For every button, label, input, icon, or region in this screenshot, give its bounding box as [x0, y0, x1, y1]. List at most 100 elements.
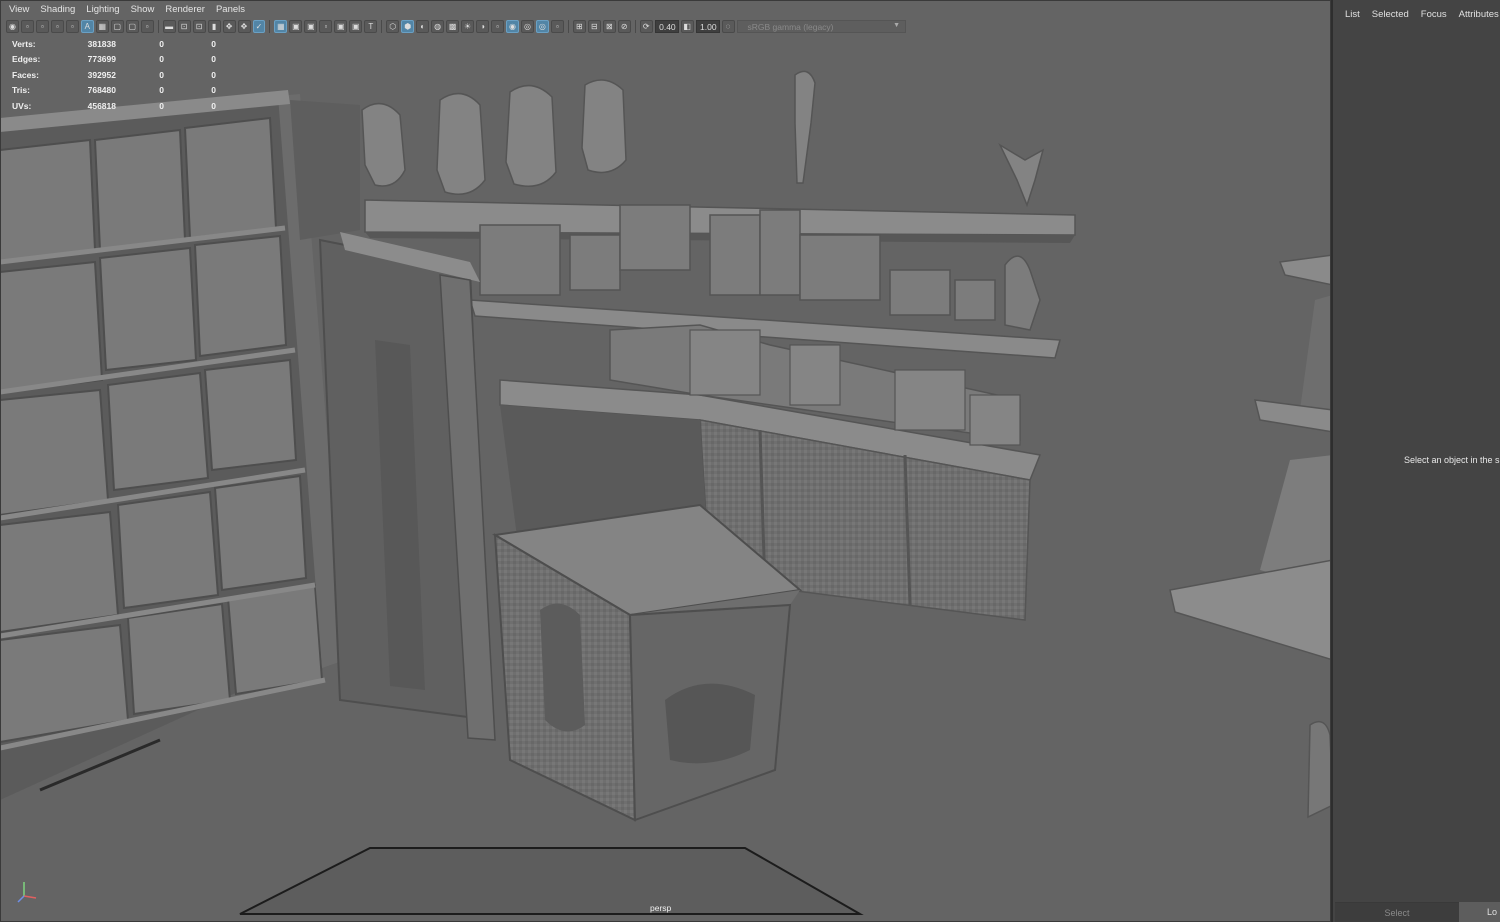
panel-tabs: List Selected Focus Attributes — [1335, 0, 1500, 28]
hud-row-uvs: UVs: 456818 0 0 — [12, 98, 216, 114]
backface-culling-icon[interactable]: ⊘ — [617, 20, 631, 33]
tab-selected[interactable]: Selected — [1372, 9, 1409, 20]
grease-pencil-icon[interactable]: A — [80, 20, 94, 33]
hud-row-edges: Edges: 773699 0 0 — [12, 52, 216, 68]
view-axis-icon — [17, 882, 37, 903]
tab-focus[interactable]: Focus — [1421, 9, 1447, 20]
bookmark-view-icon[interactable]: ▮ — [207, 20, 221, 33]
gate-mask-icon[interactable]: ▫ — [140, 20, 154, 33]
desk-mesh[interactable] — [492, 503, 803, 822]
hud-row-faces: Faces: 392952 0 0 — [12, 67, 216, 83]
panel-footer: Select Lo — [1335, 902, 1500, 922]
field-chart-icon[interactable]: ▬ — [162, 20, 176, 33]
xray-active-icon[interactable]: ⊠ — [602, 20, 616, 33]
hud-label: Faces: — [12, 69, 39, 80]
hud-value: 0 — [159, 38, 164, 49]
ambient-occlusion-icon[interactable]: ◉ — [506, 20, 519, 33]
hud-label: Verts: — [12, 38, 36, 49]
use-lights-icon[interactable]: ☀ — [461, 20, 475, 33]
smooth-shade-icon[interactable]: ⬢ — [401, 20, 415, 33]
hud-label: Edges: — [12, 54, 41, 65]
resolution-gate-icon[interactable]: ▢ — [125, 20, 139, 33]
hud-value: 0 — [159, 100, 164, 111]
film-gate-icon[interactable]: ▢ — [110, 20, 124, 33]
hud-value: 0 — [211, 69, 216, 80]
gate-icon[interactable]: ▫ — [319, 20, 333, 33]
hud-value: 456818 — [87, 100, 116, 111]
isolate-select-icon[interactable]: ✥ — [237, 20, 251, 33]
isolate-icon[interactable]: ⊞ — [572, 20, 586, 33]
xray-icon[interactable]: ▫ — [491, 20, 504, 33]
menu-view[interactable]: View — [9, 4, 35, 18]
panel-menubar: View Shading Lighting Show Renderer Pane… — [0, 4, 256, 18]
tab-attributes[interactable]: Attributes — [1459, 9, 1499, 20]
menu-renderer[interactable]: Renderer — [165, 4, 211, 18]
outliner-panel: List Selected Focus Attributes Select an… — [1335, 0, 1500, 922]
safe-action-icon[interactable]: ⊡ — [177, 20, 191, 33]
hud-value: 0 — [211, 85, 216, 96]
hud-value: 0 — [159, 85, 164, 96]
select-camera-icon[interactable]: ◉ — [6, 20, 19, 33]
image-plane-icon[interactable]: ▫ — [50, 20, 64, 33]
resolution-icon[interactable]: ▣ — [304, 20, 318, 33]
toolbar-separator — [567, 20, 569, 33]
bookshelf-mesh[interactable] — [0, 90, 345, 800]
color-space-dropdown[interactable]: sRGB gamma (legacy) ▼ — [736, 20, 907, 33]
menu-panels[interactable]: Panels — [216, 4, 251, 18]
xray-joints-icon[interactable]: ⊟ — [587, 20, 601, 33]
color-management-icon[interactable]: ◌ — [721, 20, 735, 33]
tab-list[interactable]: List — [1345, 9, 1360, 20]
shade-wireframe-icon[interactable]: ◐ — [416, 20, 430, 33]
menu-show[interactable]: Show — [131, 4, 161, 18]
hud-value: 768480 — [87, 85, 116, 96]
chevron-down-icon: ▼ — [893, 22, 901, 29]
hud-value: 0 — [211, 100, 216, 111]
exposure-icon[interactable]: ⟳ — [639, 20, 653, 33]
exposure-field[interactable]: 0.40 — [654, 20, 679, 33]
toolbar-separator — [269, 20, 271, 33]
textured-icon[interactable]: ◍ — [431, 20, 445, 33]
film-gate-2-icon[interactable]: ▣ — [289, 20, 303, 33]
menu-shading[interactable]: Shading — [40, 4, 81, 18]
hud-value: 0 — [159, 54, 164, 65]
cabinet-mesh[interactable] — [318, 232, 496, 741]
hud-value: 0 — [159, 69, 164, 80]
toolbar-separator — [157, 20, 159, 33]
bookmark-icon[interactable]: ▫ — [35, 20, 49, 33]
anti-alias-icon[interactable]: ◎ — [535, 20, 549, 33]
wireframe-toggle-icon[interactable]: ✓ — [252, 20, 266, 33]
hud-value: 0 — [211, 54, 216, 65]
camera-move-icon[interactable]: ✥ — [222, 20, 236, 33]
checker-icon[interactable]: ▩ — [446, 20, 460, 33]
hud-row-verts: Verts: 381838 0 0 — [12, 36, 216, 52]
gamma-field[interactable]: 1.00 — [695, 20, 720, 33]
field-icon[interactable]: ▣ — [334, 20, 348, 33]
select-button[interactable]: Select — [1335, 902, 1459, 922]
grid-toggle-icon[interactable]: ▦ — [95, 20, 109, 33]
floor-mesh[interactable] — [239, 847, 864, 915]
viewport-3d[interactable]: View Shading Lighting Show Renderer Pane… — [0, 0, 1333, 922]
hud-value: 0 — [211, 38, 216, 49]
two-d-pan-icon[interactable]: ▫ — [65, 20, 79, 33]
scene-geometry[interactable] — [0, 0, 1333, 922]
shadows-icon[interactable]: ◑ — [476, 20, 490, 33]
color-space-value: sRGB gamma (legacy) — [747, 21, 834, 32]
camera-attributes-icon[interactable]: ▫ — [20, 20, 34, 33]
empty-selection-message: Select an object in the s — [1404, 455, 1500, 465]
hud-label: Tris: — [12, 85, 30, 96]
toolbar-separator — [634, 20, 636, 33]
menu-lighting[interactable]: Lighting — [86, 4, 125, 18]
grid-icon[interactable]: ▦ — [274, 20, 288, 33]
title-icon[interactable]: T — [364, 20, 378, 33]
load-button[interactable]: Lo — [1459, 902, 1500, 922]
safe-icon[interactable]: ▣ — [349, 20, 363, 33]
depth-of-field-icon[interactable]: ▫ — [550, 20, 564, 33]
poly-count-hud: Verts: 381838 0 0 Edges: 773699 0 0 Face… — [12, 36, 216, 114]
motion-blur-icon[interactable]: ◎ — [520, 20, 534, 33]
wireframe-icon[interactable]: ⬡ — [386, 20, 400, 33]
right-furniture-mesh[interactable] — [1169, 254, 1333, 819]
gamma-icon[interactable]: ◧ — [680, 20, 694, 33]
hud-value: 773699 — [87, 54, 116, 65]
safe-title-icon[interactable]: ⊡ — [192, 20, 206, 33]
hud-value: 381838 — [87, 38, 116, 49]
